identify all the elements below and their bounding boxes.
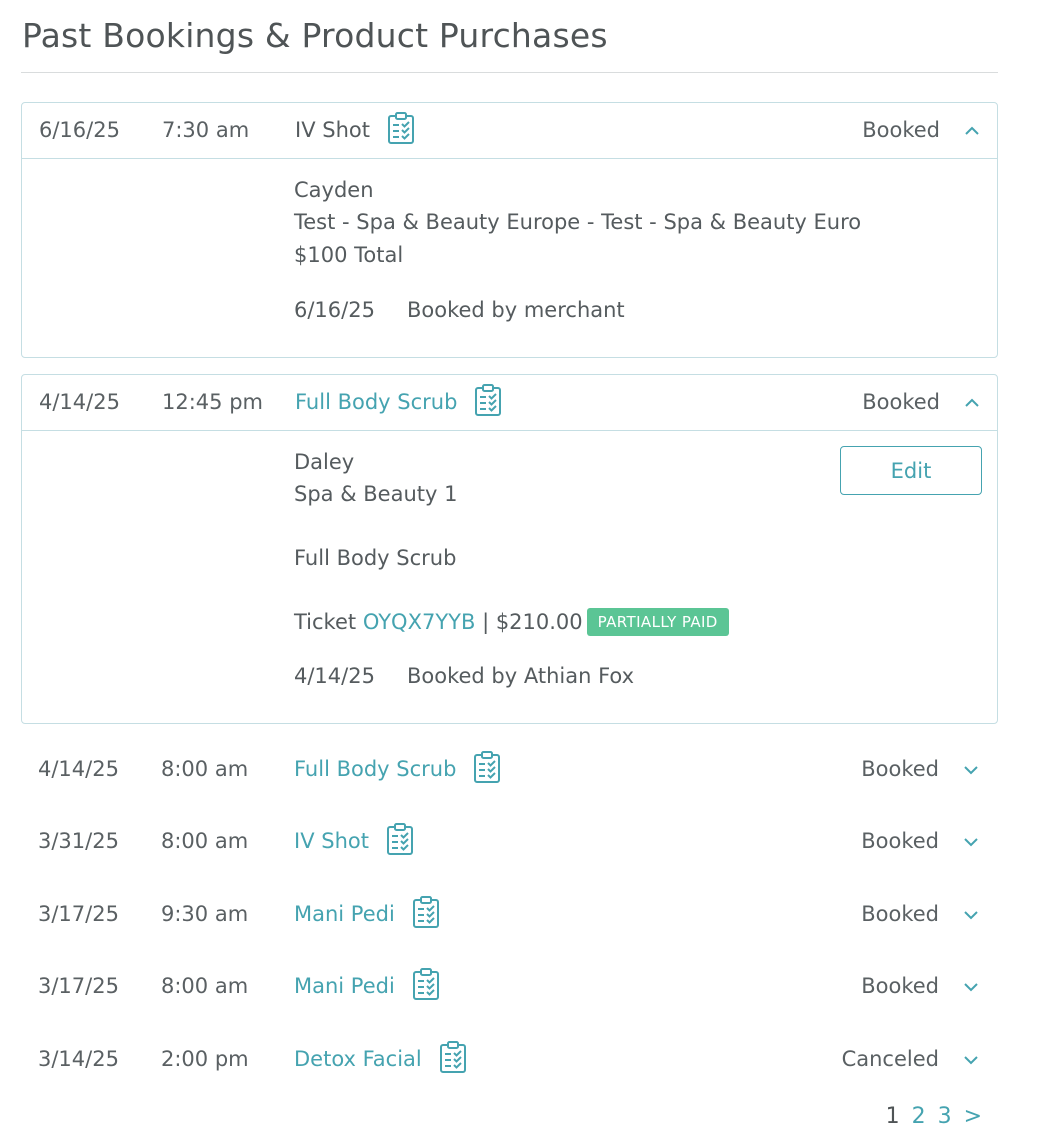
booking-time: 8:00 am (161, 974, 249, 998)
booking-date: 6/16/25 (39, 118, 120, 142)
booking-status: Booked (862, 390, 940, 414)
booked-by-line: 4/14/25 Booked by Athian Fox (294, 664, 634, 688)
page-link-2[interactable]: 2 (912, 1104, 926, 1129)
booking-row[interactable]: 4/14/25 8:00 am Full Body Scrub Booked (21, 742, 996, 797)
chevron-down-icon[interactable] (960, 1051, 982, 1069)
booking-date: 3/17/25 (38, 902, 119, 926)
booking-row[interactable]: 3/31/25 8:00 am IV Shot Booked (21, 814, 996, 869)
next-page-link[interactable]: > (964, 1104, 982, 1129)
booking-date: 3/17/25 (38, 974, 119, 998)
booking-date: 3/14/25 (38, 1047, 119, 1071)
chevron-up-icon[interactable] (961, 122, 983, 140)
location-name: Test - Spa & Beauty Europe - Test - Spa … (294, 210, 862, 234)
booking-service: Mani Pedi (294, 959, 441, 1014)
booking-row[interactable]: 3/17/25 9:30 am Mani Pedi Booked (21, 887, 996, 942)
booked-date: 6/16/25 (294, 298, 375, 322)
booking-service: Detox Facial (294, 1032, 468, 1087)
booking-status: Booked (861, 757, 939, 781)
chevron-down-icon[interactable] (960, 761, 982, 779)
clipboard-checklist-icon[interactable] (473, 383, 503, 417)
booking-time: 9:30 am (161, 902, 249, 926)
booking-card-header[interactable]: 4/14/25 12:45 pm Full Body Scrub Booked (22, 375, 997, 431)
booking-time: 12:45 pm (162, 390, 263, 414)
clipboard-checklist-icon[interactable] (386, 111, 416, 145)
service-link[interactable]: Full Body Scrub (294, 757, 456, 781)
pagination: 1 2 3 > (874, 1104, 982, 1129)
client-name: Cayden (294, 178, 374, 202)
ticket-amount: | $210.00 (482, 610, 583, 634)
chevron-up-icon[interactable] (961, 394, 983, 412)
location-name: Spa & Beauty 1 (294, 482, 458, 506)
ticket-label: Ticket (294, 610, 357, 634)
service-detail: Full Body Scrub (294, 546, 457, 570)
booking-status: Booked (861, 902, 939, 926)
booking-card: 6/16/25 7:30 am IV Shot Booked Cayden Te… (21, 102, 998, 358)
chevron-down-icon[interactable] (960, 906, 982, 924)
ticket-id-link[interactable]: OYQX7YYB (363, 610, 476, 634)
booking-date: 3/31/25 (38, 829, 119, 853)
page-link-3[interactable]: 3 (938, 1104, 952, 1129)
payment-status-badge: PARTIALLY PAID (586, 608, 729, 636)
page-current: 1 (885, 1104, 900, 1129)
booking-date: 4/14/25 (39, 390, 120, 414)
booked-date: 4/14/25 (294, 664, 375, 688)
booking-status: Booked (861, 974, 939, 998)
chevron-down-icon[interactable] (960, 833, 982, 851)
booking-service: IV Shot (295, 103, 416, 158)
booking-time: 8:00 am (161, 757, 249, 781)
booking-total: $100 Total (294, 243, 404, 267)
ticket-line: Ticket OYQX7YYB | $210.00 PARTIALLY PAID (294, 608, 729, 636)
booking-row[interactable]: 3/14/25 2:00 pm Detox Facial Canceled (21, 1032, 996, 1087)
client-name: Daley (294, 450, 355, 474)
clipboard-checklist-icon[interactable] (385, 822, 415, 856)
booking-time: 8:00 am (161, 829, 249, 853)
booking-service: IV Shot (294, 814, 415, 869)
clipboard-checklist-icon[interactable] (438, 1040, 468, 1074)
booking-row[interactable]: 3/17/25 8:00 am Mani Pedi Booked (21, 959, 996, 1014)
booking-service: Mani Pedi (294, 887, 441, 942)
edit-button[interactable]: Edit (840, 446, 982, 495)
booking-time: 2:00 pm (161, 1047, 249, 1071)
booking-status: Canceled (841, 1047, 939, 1071)
booking-service: Full Body Scrub (295, 375, 503, 430)
booking-date: 4/14/25 (38, 757, 119, 781)
clipboard-checklist-icon[interactable] (411, 967, 441, 1001)
service-link[interactable]: Mani Pedi (294, 974, 395, 998)
service-link[interactable]: IV Shot (294, 829, 369, 853)
booked-by: Booked by merchant (406, 298, 625, 322)
service-name: IV Shot (295, 118, 370, 142)
booking-card-header[interactable]: 6/16/25 7:30 am IV Shot Booked (22, 103, 997, 159)
booking-status: Booked (861, 829, 939, 853)
clipboard-checklist-icon[interactable] (411, 895, 441, 929)
title-divider (21, 72, 998, 73)
booked-by-line: 6/16/25 Booked by merchant (294, 298, 625, 322)
service-link[interactable]: Full Body Scrub (295, 390, 457, 414)
booked-by: Booked by Athian Fox (406, 664, 635, 688)
page-title: Past Bookings & Product Purchases (22, 16, 608, 55)
booking-time: 7:30 am (162, 118, 250, 142)
clipboard-checklist-icon[interactable] (472, 750, 502, 784)
chevron-down-icon[interactable] (960, 978, 982, 996)
service-link[interactable]: Mani Pedi (294, 902, 395, 926)
booking-card: 4/14/25 12:45 pm Full Body Scrub Booked … (21, 374, 998, 724)
booking-status: Booked (862, 118, 940, 142)
service-link[interactable]: Detox Facial (294, 1047, 422, 1071)
booking-service: Full Body Scrub (294, 742, 502, 797)
